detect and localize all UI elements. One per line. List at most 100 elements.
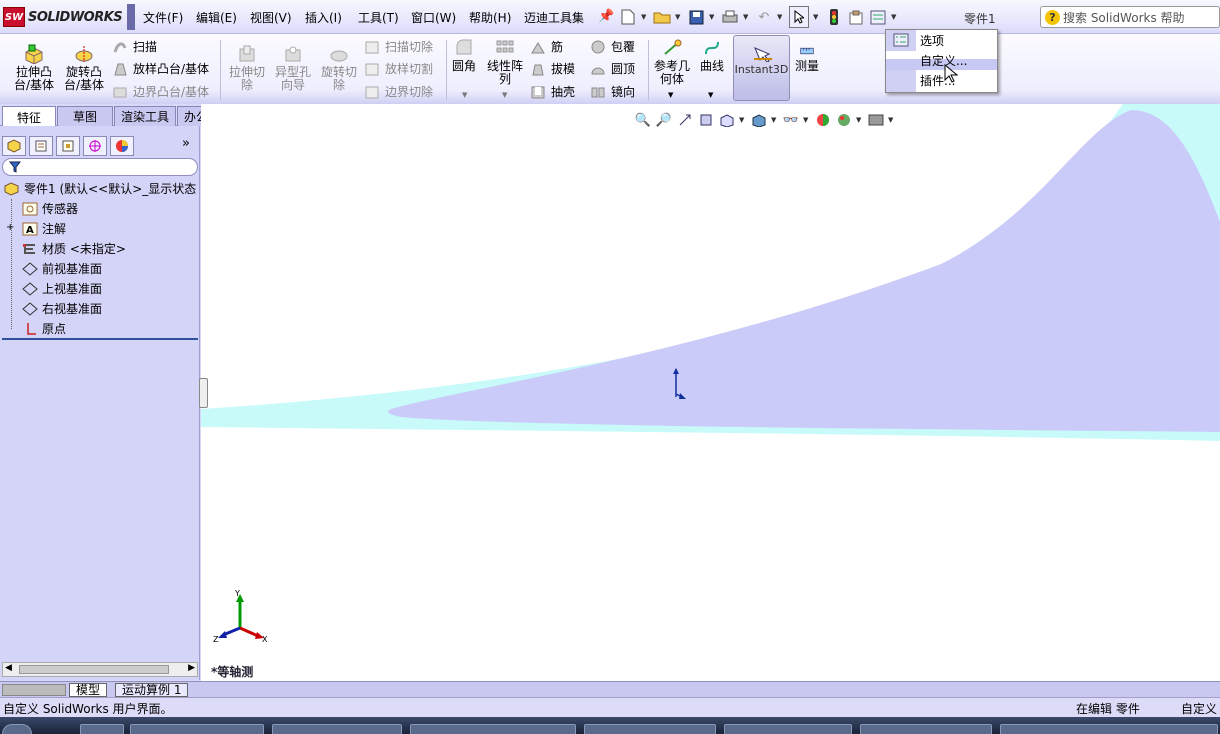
- tree-item-annotations[interactable]: A 注解: [22, 220, 66, 237]
- pattern-dropdown-icon[interactable]: ▼: [502, 91, 507, 99]
- hide-show-dropdown-icon[interactable]: ▼: [803, 116, 811, 124]
- dome-button[interactable]: 圆顶: [590, 60, 635, 77]
- select-dropdown-icon[interactable]: ▼: [813, 13, 821, 21]
- tree-filter-input[interactable]: [2, 158, 198, 176]
- options-dropdown-icon[interactable]: ▼: [891, 13, 899, 21]
- tab-sketch[interactable]: 草图: [57, 106, 113, 126]
- tree-item-front-plane[interactable]: 前视基准面: [22, 260, 102, 277]
- graphics-area[interactable]: Y X Z: [201, 104, 1220, 681]
- hide-show-items-icon[interactable]: 👓: [782, 111, 800, 129]
- tab-motion-study[interactable]: 运动算例 1: [115, 683, 189, 697]
- save-icon[interactable]: [687, 8, 705, 26]
- menu-insert[interactable]: 插入(I): [305, 9, 342, 26]
- tree-item-top-plane[interactable]: 上视基准面: [22, 280, 102, 297]
- loft-button[interactable]: 放样凸台/基体: [112, 60, 209, 77]
- reference-geometry-button[interactable]: 参考几 何体: [652, 38, 692, 86]
- curves-dropdown-icon[interactable]: ▼: [708, 91, 713, 99]
- file-properties-icon[interactable]: [847, 8, 865, 26]
- taskbar-app[interactable]: [130, 724, 264, 734]
- taskbar-app[interactable]: [80, 724, 124, 734]
- tree-item-sensors[interactable]: 传感器: [22, 200, 78, 217]
- mirror-button[interactable]: 镜向: [590, 83, 635, 100]
- extrude-cut-button[interactable]: 拉伸切 除: [224, 44, 270, 92]
- hole-wizard-button[interactable]: 异型孔 向导: [270, 44, 316, 92]
- solidworks-logo[interactable]: SW SOLIDWORKS: [3, 6, 123, 28]
- extrude-boss-button[interactable]: 拉伸凸 台/基体: [10, 44, 58, 92]
- undo-dropdown-icon[interactable]: ▼: [777, 13, 785, 21]
- display-style-dropdown-icon[interactable]: ▼: [771, 116, 779, 124]
- expand-plus-icon[interactable]: +: [6, 222, 14, 233]
- tab-render-tools[interactable]: 渲染工具: [114, 106, 176, 126]
- tab-model[interactable]: 模型: [69, 683, 108, 697]
- fillet-button[interactable]: 圆角: [448, 38, 480, 73]
- tree-item-right-plane[interactable]: 右视基准面: [22, 300, 102, 317]
- select-pointer-icon[interactable]: [789, 6, 809, 28]
- fillet-dropdown-icon[interactable]: ▼: [462, 91, 467, 99]
- lofted-cut-button[interactable]: 放样切割: [364, 60, 433, 77]
- shell-button[interactable]: 抽壳: [530, 83, 575, 100]
- rib-button[interactable]: 筋: [530, 38, 563, 55]
- apply-scene-dropdown-icon[interactable]: ▼: [856, 116, 864, 124]
- ref-geometry-dropdown-icon[interactable]: ▼: [668, 91, 673, 99]
- taskbar-app[interactable]: [410, 724, 576, 734]
- display-manager-tab-icon[interactable]: [110, 136, 134, 156]
- apply-scene-icon[interactable]: [835, 111, 853, 129]
- tab-scroll-arrows[interactable]: [2, 684, 66, 696]
- open-dropdown-icon[interactable]: ▼: [675, 13, 683, 21]
- edit-appearance-icon[interactable]: [814, 111, 832, 129]
- view-orientation-icon[interactable]: [718, 111, 736, 129]
- undo-icon[interactable]: ↶: [755, 8, 773, 26]
- tree-item-material[interactable]: 材质 <未指定>: [22, 240, 126, 257]
- section-view-icon[interactable]: [697, 111, 715, 129]
- boundary-boss-button[interactable]: 边界凸台/基体: [112, 83, 209, 100]
- tree-horizontal-scrollbar[interactable]: ◀ ▶: [2, 662, 198, 677]
- menu-window[interactable]: 窗口(W): [411, 9, 456, 26]
- view-settings-dropdown-icon[interactable]: ▼: [888, 116, 896, 124]
- display-style-icon[interactable]: [750, 111, 768, 129]
- view-orientation-dropdown-icon[interactable]: ▼: [739, 116, 747, 124]
- wrap-button[interactable]: 包覆: [590, 38, 635, 55]
- taskbar-app[interactable]: [1000, 724, 1218, 734]
- print-dropdown-icon[interactable]: ▼: [743, 13, 751, 21]
- options-icon[interactable]: [869, 8, 887, 26]
- menu-item-customize[interactable]: 自定义...: [886, 51, 997, 70]
- menu-edit[interactable]: 编辑(E): [196, 9, 237, 26]
- taskbar-app[interactable]: [272, 724, 402, 734]
- revolve-boss-button[interactable]: 旋转凸 台/基体: [60, 44, 108, 92]
- print-icon[interactable]: [721, 8, 739, 26]
- previous-view-icon[interactable]: [676, 111, 694, 129]
- sweep-button[interactable]: 扫描: [112, 38, 157, 55]
- pin-icon[interactable]: 📌: [598, 9, 614, 24]
- swept-cut-button[interactable]: 扫描切除: [364, 38, 433, 55]
- taskbar-app[interactable]: [584, 724, 716, 734]
- boundary-cut-button[interactable]: 边界切除: [364, 83, 433, 100]
- menu-maidi-tools[interactable]: 迈迪工具集: [524, 9, 584, 26]
- view-settings-icon[interactable]: [867, 111, 885, 129]
- tree-root-part[interactable]: 零件1 (默认<<默认>_显示状态: [4, 180, 196, 197]
- status-customize[interactable]: 自定义: [1181, 700, 1217, 717]
- instant3d-button[interactable]: Instant3D: [733, 35, 790, 101]
- taskbar-app[interactable]: [724, 724, 852, 734]
- panel-collapse-handle[interactable]: [199, 378, 208, 408]
- linear-pattern-button[interactable]: 线性阵 列: [484, 38, 526, 86]
- new-document-icon[interactable]: [619, 8, 637, 26]
- tab-features[interactable]: 特征: [2, 106, 56, 127]
- dimxpert-tab-icon[interactable]: [83, 136, 107, 156]
- expand-panel-icon[interactable]: »: [182, 136, 190, 151]
- menu-tools[interactable]: 工具(T): [358, 9, 399, 26]
- start-button[interactable]: [2, 724, 32, 734]
- menu-view[interactable]: 视图(V): [250, 9, 292, 26]
- menu-file[interactable]: 文件(F): [143, 9, 183, 26]
- configuration-manager-tab-icon[interactable]: [56, 136, 80, 156]
- new-dropdown-icon[interactable]: ▼: [641, 13, 649, 21]
- save-dropdown-icon[interactable]: ▼: [709, 13, 717, 21]
- open-folder-icon[interactable]: [653, 8, 671, 26]
- menu-help[interactable]: 帮助(H): [469, 9, 511, 26]
- draft-button[interactable]: 拔模: [530, 60, 575, 77]
- taskbar-app[interactable]: [860, 724, 992, 734]
- zoom-to-fit-icon[interactable]: 🔍: [634, 111, 652, 129]
- menu-item-addins[interactable]: 插件...: [886, 71, 997, 90]
- curves-button[interactable]: 曲线: [694, 38, 730, 73]
- help-search-box[interactable]: ? 搜索 SolidWorks 帮助: [1040, 6, 1220, 28]
- tree-item-origin[interactable]: 原点: [22, 320, 66, 337]
